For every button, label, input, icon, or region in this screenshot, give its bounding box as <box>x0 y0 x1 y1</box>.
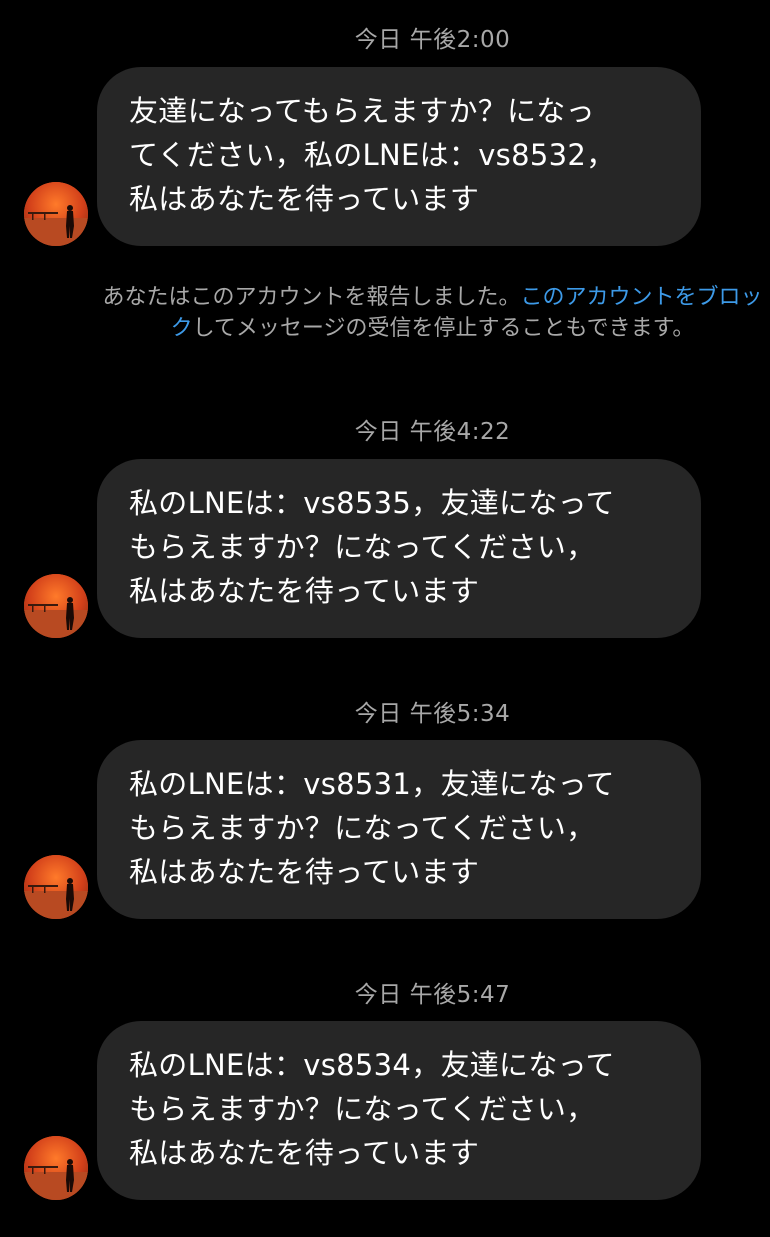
report-notice-text-after: してメッセージの受信を停止することもできます。 <box>192 316 695 341</box>
message-bubble[interactable]: 私のLNEは：vs8531，友達になって もらえますか？になってください， 私は… <box>97 740 701 919</box>
message-timestamp: 今日 午後4:22 <box>354 419 511 445</box>
message-timestamp: 今日 午後5:34 <box>354 701 511 727</box>
message-timestamp: 今日 午後2:00 <box>354 27 511 53</box>
message-timestamp: 今日 午後5:47 <box>354 982 511 1008</box>
message-text: 私のLNEは：vs8534，友達になって もらえますか？になってください， 私は… <box>129 1048 615 1170</box>
sender-avatar[interactable] <box>24 855 88 919</box>
sender-avatar[interactable] <box>24 182 88 246</box>
message-text: 私のLNEは：vs8535，友達になって もらえますか？になってください， 私は… <box>129 486 615 608</box>
message-text: 友達になってもらえますか？になっ てください，私のLNEは：vs8532， 私は… <box>129 94 616 216</box>
sunset-silhouette-icon <box>24 855 88 919</box>
report-notice: あなたはこのアカウントを報告しました。このアカウントをブロックしてメッセージの受… <box>100 282 765 344</box>
sunset-silhouette-icon <box>24 1136 88 1200</box>
message-bubble[interactable]: 友達になってもらえますか？になっ てください，私のLNEは：vs8532， 私は… <box>97 67 701 246</box>
sunset-silhouette-icon <box>24 574 88 638</box>
sunset-silhouette-icon <box>24 182 88 246</box>
report-notice-text: あなたはこのアカウントを報告しました。 <box>102 285 521 310</box>
message-bubble[interactable]: 私のLNEは：vs8534，友達になって もらえますか？になってください， 私は… <box>97 1021 701 1200</box>
sender-avatar[interactable] <box>24 574 88 638</box>
sender-avatar[interactable] <box>24 1136 88 1200</box>
message-bubble[interactable]: 私のLNEは：vs8535，友達になって もらえますか？になってください， 私は… <box>97 459 701 638</box>
message-text: 私のLNEは：vs8531，友達になって もらえますか？になってください， 私は… <box>129 767 615 889</box>
